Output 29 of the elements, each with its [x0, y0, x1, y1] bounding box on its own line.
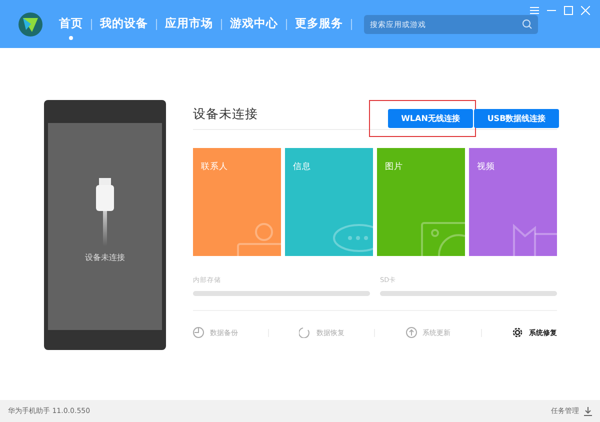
clock-icon [193, 327, 204, 338]
tile-label: 视频 [477, 162, 495, 172]
category-tile[interactable]: 联系人 [193, 148, 281, 256]
download-icon[interactable] [584, 406, 592, 416]
category-tile[interactable]: 视频 [469, 148, 557, 256]
category-tile[interactable]: 图片 [377, 148, 465, 256]
nav-tab[interactable]: 我的设备 [92, 5, 156, 43]
close-icon[interactable] [581, 6, 590, 15]
nav-tab[interactable]: 游戏中心 [222, 5, 286, 43]
nav-tab[interactable]: 更多服务 [287, 5, 351, 43]
tile-label: 联系人 [201, 162, 228, 172]
logo-icon [18, 12, 43, 36]
connect-button[interactable]: WLAN无线连接 [388, 109, 473, 128]
connect-button[interactable]: USB数据线连接 [474, 109, 559, 128]
tile-label: 图片 [385, 162, 403, 172]
connection-status-title: 设备未连接 [193, 106, 259, 123]
nav-tab[interactable]: 应用市场 [157, 5, 221, 43]
refresh-icon [299, 327, 310, 338]
category-tile[interactable]: 信息 [285, 148, 373, 256]
search-icon[interactable] [522, 19, 532, 29]
tile-label: 信息 [293, 162, 311, 172]
menu-icon[interactable] [530, 6, 539, 15]
settings-icon [512, 327, 523, 338]
phone-caption: 设备未连接 [85, 252, 125, 263]
nav-tab[interactable]: 首页 [51, 5, 91, 43]
video-camera-icon [513, 222, 557, 256]
usb-cable-icon [95, 178, 115, 246]
upload-icon [406, 327, 417, 338]
maximize-icon[interactable] [564, 6, 573, 15]
